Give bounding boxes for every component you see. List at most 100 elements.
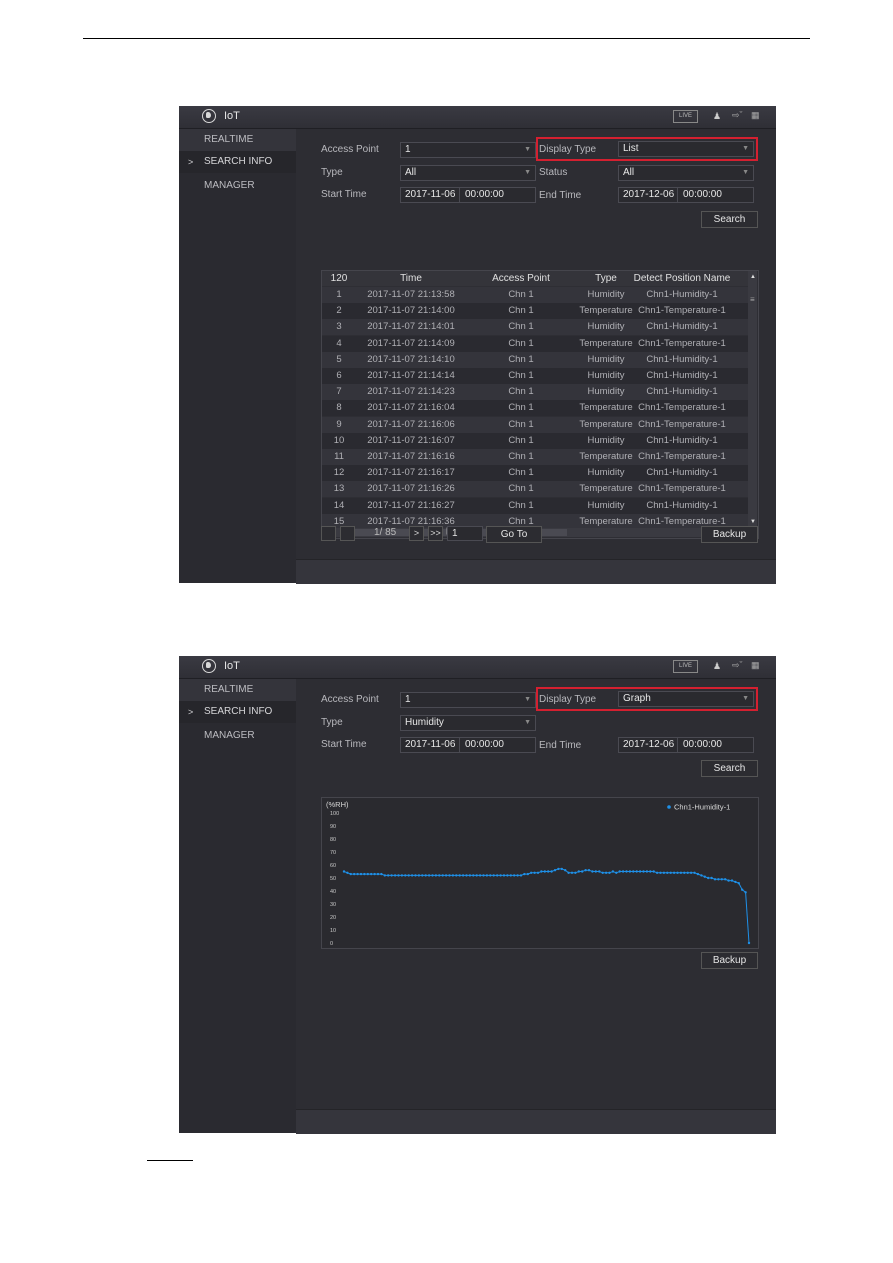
data-point[interactable] — [482, 874, 485, 877]
data-point[interactable] — [618, 870, 621, 873]
sidebar-item-manager[interactable]: MANAGER — [179, 725, 296, 747]
data-point[interactable] — [645, 870, 649, 873]
data-point[interactable] — [424, 874, 427, 877]
data-point[interactable] — [478, 874, 482, 877]
data-point[interactable] — [567, 871, 570, 874]
table-row[interactable]: 6 2017-11-07 21:14:14 Chn 1 Humidity Chn1-Hu… — [322, 368, 748, 384]
data-point[interactable] — [404, 874, 407, 877]
data-point[interactable] — [543, 870, 546, 873]
data-point[interactable] — [530, 871, 533, 874]
data-point[interactable] — [700, 874, 703, 877]
data-point[interactable] — [560, 867, 563, 871]
data-point[interactable] — [434, 874, 438, 877]
data-point[interactable] — [727, 879, 730, 882]
data-point[interactable] — [342, 870, 346, 873]
logout-icon[interactable]: ⇨ˇ — [732, 110, 743, 121]
end-time-input[interactable]: 2017-12-06 00:00:00 — [618, 187, 754, 203]
table-row[interactable]: 12 2017-11-07 21:16:17 Chn 1 Humidity Chn1-H… — [322, 465, 748, 482]
data-point[interactable] — [499, 874, 502, 877]
data-point[interactable] — [570, 871, 574, 874]
data-point[interactable] — [526, 872, 529, 876]
data-point[interactable] — [547, 870, 550, 873]
table-row[interactable]: 14 2017-11-07 21:16:27 Chn 1 Humidity Chn1-H… — [322, 497, 748, 514]
vertical-scrollbar[interactable]: ▲ ≡ ▼ — [748, 271, 757, 528]
next-page-button[interactable]: > — [409, 526, 424, 541]
goto-button[interactable]: Go To — [486, 526, 542, 543]
data-point[interactable] — [672, 871, 676, 874]
data-point[interactable] — [417, 874, 421, 877]
data-point[interactable] — [506, 874, 509, 877]
data-point[interactable] — [472, 874, 475, 877]
data-point[interactable] — [744, 891, 747, 894]
data-point[interactable] — [717, 878, 720, 881]
access-point-select[interactable]: 1 ▼ — [400, 142, 536, 158]
live-button[interactable]: LIVE — [673, 660, 698, 673]
table-row[interactable]: 7 2017-11-07 21:14:23 Chn 1 Humidity Chn1-Hu… — [322, 384, 748, 401]
grid-icon[interactable]: ▦ — [751, 110, 760, 121]
data-point[interactable] — [604, 871, 608, 874]
data-point[interactable] — [502, 874, 506, 877]
data-point[interactable] — [393, 874, 397, 877]
data-point[interactable] — [376, 872, 380, 876]
data-point[interactable] — [370, 872, 373, 876]
data-point[interactable] — [642, 870, 645, 873]
data-point[interactable] — [455, 874, 458, 877]
data-point[interactable] — [741, 888, 744, 891]
data-point[interactable] — [581, 870, 584, 873]
data-point[interactable] — [713, 878, 717, 881]
data-point[interactable] — [693, 871, 696, 874]
data-point[interactable] — [655, 871, 659, 874]
data-point[interactable] — [666, 871, 669, 874]
data-point[interactable] — [366, 872, 369, 876]
table-row[interactable]: 13 2017-11-07 21:16:26 Chn 1 Temperature Chn… — [322, 481, 748, 498]
data-point[interactable] — [652, 870, 655, 873]
data-point[interactable] — [662, 871, 666, 874]
start-time-input[interactable]: 2017-11-06 00:00:00 — [400, 737, 536, 753]
data-point[interactable] — [686, 871, 689, 874]
table-row[interactable]: 1 2017-11-07 21:13:58 Chn 1 Humidity Chn1-Hu… — [322, 287, 748, 303]
data-point[interactable] — [421, 874, 424, 877]
data-point[interactable] — [523, 872, 526, 876]
data-point[interactable] — [496, 874, 499, 877]
prev-page-button[interactable] — [340, 526, 355, 541]
data-point[interactable] — [564, 869, 567, 872]
data-point[interactable] — [519, 874, 523, 877]
table-row[interactable]: 9 2017-11-07 21:16:06 Chn 1 Temperature Chn1… — [322, 416, 748, 433]
data-point[interactable] — [707, 876, 710, 880]
data-point[interactable] — [431, 874, 434, 877]
scroll-up-icon[interactable]: ▲ — [750, 274, 756, 280]
table-row[interactable]: 10 2017-11-07 21:16:07 Chn 1 Humidity Chn1-H… — [322, 432, 748, 449]
data-point[interactable] — [608, 871, 611, 874]
data-point[interactable] — [509, 874, 512, 877]
data-point[interactable] — [373, 872, 376, 876]
data-point[interactable] — [533, 871, 536, 874]
display-type-select[interactable]: List ▼ — [618, 141, 754, 157]
page-number-input[interactable]: 1 — [447, 526, 483, 541]
data-point[interactable] — [621, 870, 625, 873]
column-header-time[interactable]: Time — [356, 271, 466, 286]
sidebar-item-realtime-display[interactable]: REALTIME DISPLAY — [179, 129, 296, 167]
table-row[interactable]: 11 2017-11-07 21:16:16 Chn 1 Temperature Chn… — [322, 449, 748, 465]
data-point[interactable] — [577, 870, 580, 873]
backup-button[interactable]: Backup — [701, 952, 758, 969]
data-point[interactable] — [363, 872, 366, 876]
data-point[interactable] — [397, 874, 400, 877]
data-point[interactable] — [615, 871, 618, 874]
data-point[interactable] — [492, 874, 495, 877]
data-point[interactable] — [516, 874, 519, 877]
live-button[interactable]: LIVE — [673, 110, 698, 123]
data-point[interactable] — [598, 870, 601, 873]
data-point[interactable] — [359, 872, 363, 876]
data-point[interactable] — [574, 871, 577, 874]
display-type-select[interactable]: Graph ▼ — [618, 691, 754, 707]
data-point[interactable] — [724, 878, 727, 881]
data-point[interactable] — [720, 878, 723, 881]
data-point[interactable] — [353, 872, 356, 876]
first-page-button[interactable] — [321, 526, 336, 541]
last-page-button[interactable]: >> — [428, 526, 443, 541]
data-point[interactable] — [461, 874, 465, 877]
type-select[interactable]: All ▼ — [400, 165, 536, 181]
data-point[interactable] — [734, 880, 737, 884]
data-point[interactable] — [676, 871, 679, 874]
data-point[interactable] — [414, 874, 417, 877]
